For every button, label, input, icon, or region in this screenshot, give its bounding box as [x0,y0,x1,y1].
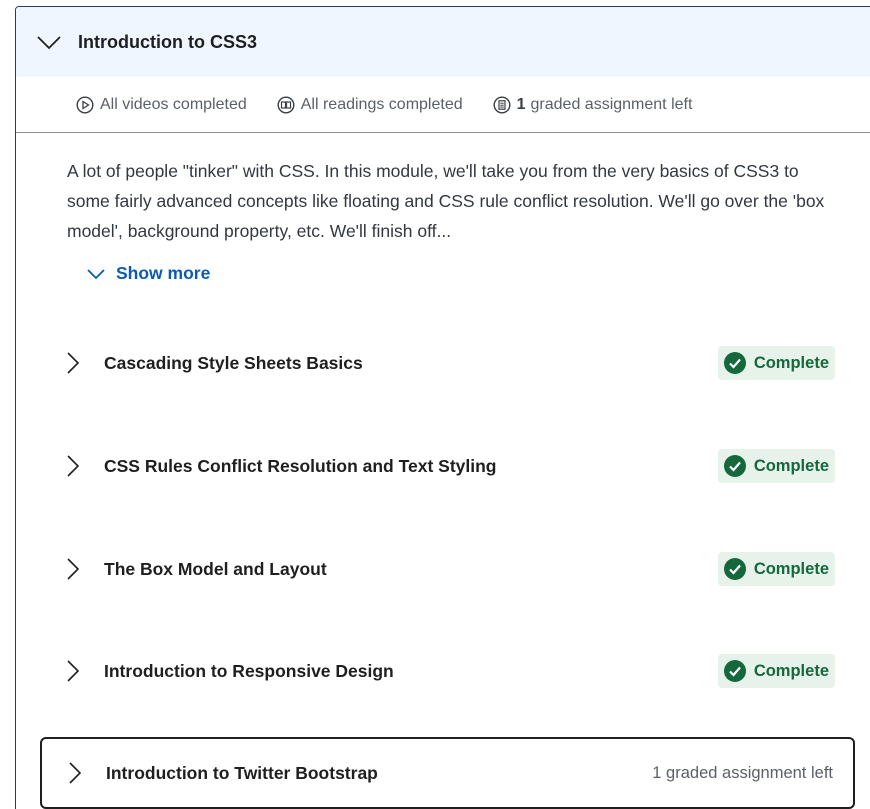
book-icon [277,95,295,114]
module-header[interactable]: Introduction to CSS3 [16,7,870,77]
lesson-row[interactable]: The Box Model and Layout Complete [40,533,855,605]
play-circle-icon [76,95,94,114]
lesson-row[interactable]: Cascading Style Sheets Basics Complete [40,327,855,399]
module-title: Introduction to CSS3 [78,31,257,52]
check-circle-icon [723,455,746,477]
badge-label: Complete [753,559,829,578]
complete-badge: Complete [717,552,835,586]
chevron-right-icon [64,557,82,581]
show-more-button[interactable]: Show more [86,263,210,284]
graded-summary-text: graded assignment left [530,95,693,113]
complete-badge: Complete [717,654,835,688]
lesson-row[interactable]: CSS Rules Conflict Resolution and Text S… [40,430,855,502]
lesson-title: Introduction to Responsive Design [104,660,394,681]
lesson-status: 1 graded assignment left [652,763,833,782]
lesson-title: The Box Model and Layout [104,558,327,579]
check-circle-icon [723,352,746,374]
lesson-row[interactable]: Introduction to Responsive Design Comple… [40,635,855,707]
readings-summary: All readings completed [277,96,463,114]
lesson-title: Introduction to Twitter Bootstrap [106,762,378,783]
badge-label: Complete [753,456,829,475]
chevron-right-icon [64,659,82,683]
check-circle-icon [723,558,746,580]
graded-count: 1 [516,95,526,113]
chevron-right-icon [64,351,82,375]
graded-summary: 1 graded assignment left [493,95,693,114]
badge-label: Complete [753,353,829,372]
chevron-right-icon [64,454,82,478]
module-summary: All videos completed All readings comple… [16,77,870,133]
lesson-title: Cascading Style Sheets Basics [104,352,363,373]
chevron-right-icon [66,761,84,785]
check-circle-icon [723,660,746,682]
assignment-icon [493,95,511,114]
lesson-title: CSS Rules Conflict Resolution and Text S… [104,455,497,476]
videos-summary: All videos completed [76,96,247,114]
videos-summary-text: All videos completed [100,95,247,113]
chevron-down-icon [86,264,106,284]
module-description: A lot of people "tinker" with CSS. In th… [67,161,825,241]
module-card: Introduction to CSS3 All videos complete… [15,6,870,809]
lesson-row[interactable]: Introduction to Twitter Bootstrap 1 grad… [40,737,855,809]
chevron-down-icon [36,29,62,55]
readings-summary-text: All readings completed [300,95,463,113]
badge-label: Complete [753,661,829,680]
complete-badge: Complete [717,346,835,380]
show-more-label: Show more [116,263,211,283]
complete-badge: Complete [717,449,835,483]
